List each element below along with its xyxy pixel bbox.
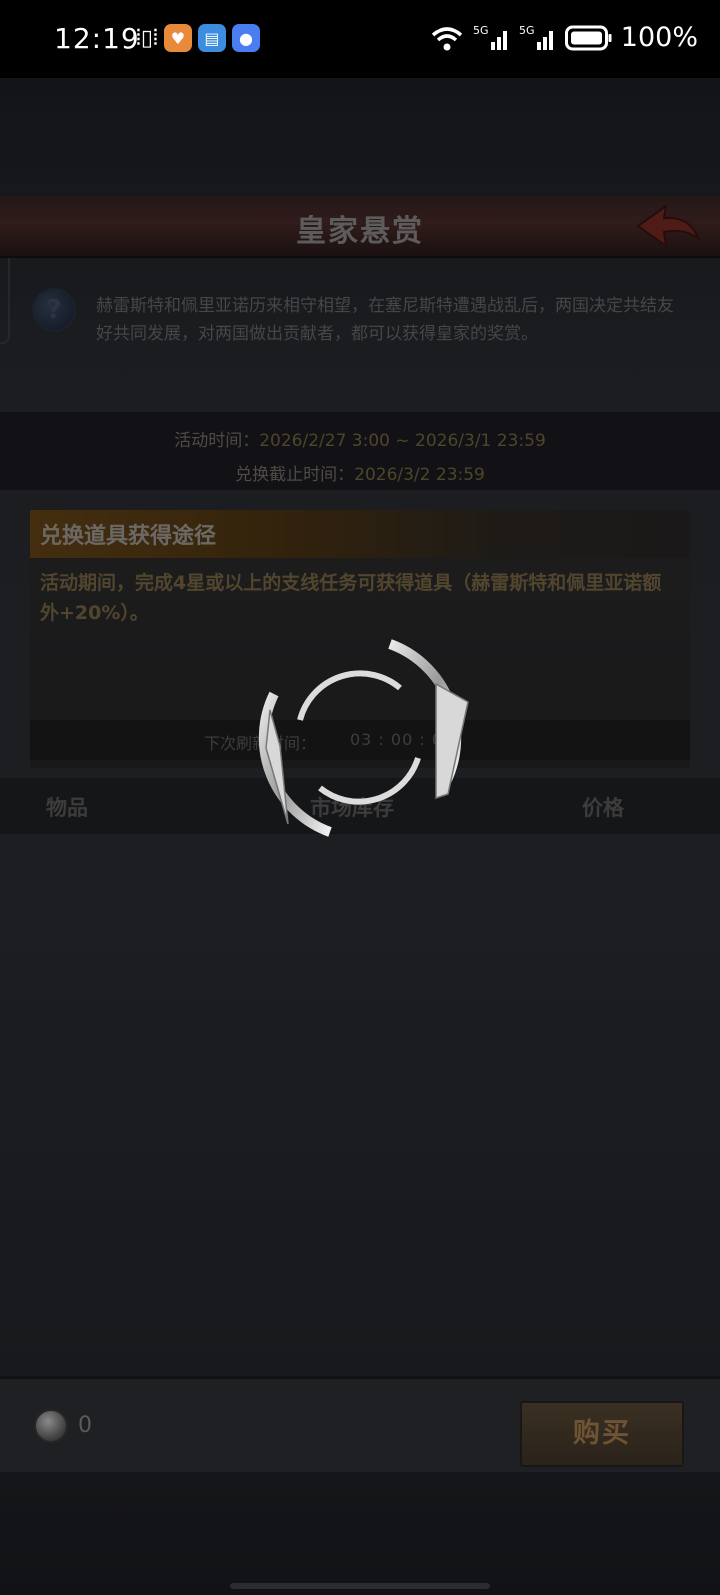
svg-text:5G: 5G	[473, 24, 489, 37]
event-description: 赫雷斯特和佩里亚诺历来相守相望，在塞尼斯特遭遇战乱后，两国决定共结友好共同发展，…	[96, 296, 674, 344]
time-info: 活动时间：2026/2/27 3:00 ~ 2026/3/1 23:59 兑换截…	[0, 412, 720, 490]
vibrate-icon: ⦙▯⦙	[136, 25, 158, 51]
wifi-icon	[431, 26, 462, 50]
acquire-panel-title: 兑换道具获得途径	[40, 524, 217, 549]
page-title: 皇家悬赏	[296, 214, 424, 249]
acquire-panel-header: 兑换道具获得途径	[30, 510, 690, 558]
description-row: ? 赫雷斯特和佩里亚诺历来相守相望，在塞尼斯特遭遇战乱后，两国决定共结友好共同发…	[32, 288, 692, 358]
notification-icons: ⦙▯⦙ ♥ ▤ ●	[136, 24, 260, 52]
home-indicator[interactable]	[230, 1583, 490, 1589]
bottom-bar: 0 购买	[0, 1376, 720, 1472]
game-screen: 皇家悬赏 ? 赫雷斯特和佩里亚诺历来相守相望，在塞尼斯特遭遇战乱后，两国决定共结…	[0, 78, 720, 1595]
loading-spinner-icon	[258, 639, 469, 837]
status-bar: 12:19 ⦙▯⦙ ♥ ▤ ● 5G 5G 100%	[0, 0, 720, 78]
status-time: 12:19	[54, 22, 140, 55]
signal-icon-2: 5G	[519, 24, 553, 50]
battery-icon	[564, 25, 612, 50]
signal-icon-1: 5G	[473, 24, 507, 50]
deadline-value: 2026/3/2 23:59	[354, 465, 485, 485]
message-app-icon: ●	[231, 24, 260, 52]
heart-app-icon: ♥	[163, 24, 192, 52]
coin-icon	[34, 1409, 68, 1443]
svg-text:5G: 5G	[519, 24, 535, 37]
back-arrow-icon[interactable]	[632, 200, 702, 252]
status-right: 5G 5G 100%	[429, 22, 698, 53]
currency-display: 0	[34, 1409, 264, 1445]
deadline-label: 兑换截止时间：	[235, 465, 355, 485]
book-app-icon: ▤	[197, 24, 226, 52]
event-time-value: 2026/2/27 3:00 ~ 2026/3/1 23:59	[259, 431, 546, 451]
event-time-line: 活动时间：2026/2/27 3:00 ~ 2026/3/1 23:59	[0, 426, 720, 451]
buy-button[interactable]: 购买	[520, 1401, 684, 1467]
column-price: 价格	[582, 796, 624, 820]
title-bar: 皇家悬赏	[0, 196, 720, 258]
deadline-line: 兑换截止时间：2026/3/2 23:59	[0, 460, 720, 485]
battery-percent: 100%	[620, 22, 698, 53]
help-icon[interactable]: ?	[32, 288, 76, 332]
column-item: 物品	[46, 796, 88, 820]
coin-count: 0	[78, 1413, 92, 1438]
event-time-label: 活动时间：	[174, 431, 260, 451]
